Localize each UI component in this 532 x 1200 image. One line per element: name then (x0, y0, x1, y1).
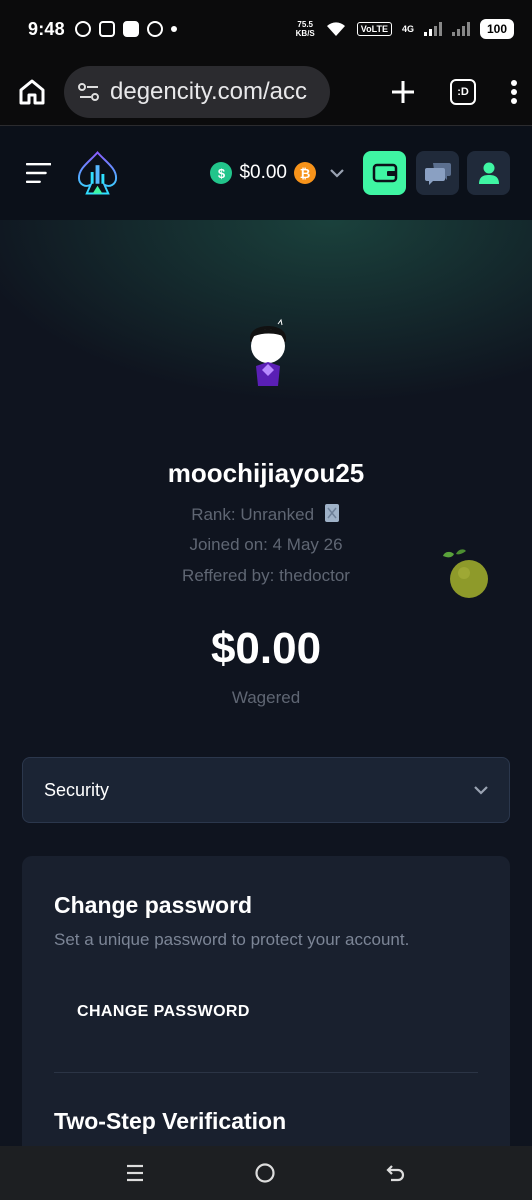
balance-amount: $0.00 (239, 162, 287, 183)
network-speed: 75.5 KB/S (295, 20, 315, 38)
profile-button[interactable] (467, 151, 510, 195)
chat-button[interactable] (416, 151, 459, 195)
btc-coin-icon: ₿ (294, 162, 316, 184)
chevron-down-icon (330, 169, 344, 178)
hamburger-menu-icon[interactable] (26, 162, 52, 184)
rank-card-icon (324, 504, 339, 522)
site-logo-icon[interactable] (77, 150, 118, 196)
chat-icon (424, 163, 451, 185)
balance-selector[interactable]: $ $0.00 ₿ (210, 162, 345, 184)
browser-actions: :D (390, 78, 518, 105)
screen-icon (98, 21, 115, 37)
two-step-title: Two-Step Verification (54, 1108, 287, 1134)
status-bar: 9:48 75.5 KB/S VoLTE 4G 100 (0, 0, 532, 58)
home-icon[interactable] (16, 76, 48, 108)
back-icon[interactable] (385, 1163, 407, 1183)
section-dropdown[interactable]: Security (22, 757, 510, 823)
more-notifications-icon (170, 26, 177, 32)
system-nav-bar (0, 1146, 532, 1200)
signal-icon-2 (451, 22, 470, 36)
section-dropdown-value: Security (44, 779, 110, 800)
divider (54, 1072, 478, 1073)
new-tab-icon[interactable] (390, 79, 416, 105)
account-page: moochijiayou25 Rank: Unranked Joined on:… (0, 220, 532, 1176)
notification-icons (74, 21, 177, 37)
app-icon (122, 21, 139, 37)
usd-coin-icon: $ (210, 162, 233, 184)
site-settings-icon[interactable] (78, 82, 100, 102)
wallet-button[interactable] (363, 151, 406, 195)
wifi-icon (326, 22, 345, 36)
username: moochijiayou25 (167, 458, 365, 488)
security-card: Change password Set a unique password to… (22, 856, 510, 1176)
address-bar[interactable]: degencity.com/acc (64, 65, 330, 118)
rank-text: Rank: Unranked (0, 503, 532, 525)
user-icon (478, 162, 499, 184)
battery-icon: 100 (479, 19, 514, 39)
recent-apps-icon[interactable] (125, 1163, 145, 1183)
chevron-down-icon (474, 786, 488, 795)
tab-switcher-button[interactable]: :D (450, 78, 476, 105)
status-right: 75.5 KB/S VoLTE 4G 100 (296, 19, 514, 39)
overflow-menu-icon[interactable] (510, 79, 518, 105)
url-text: degencity.com/acc (110, 77, 307, 105)
wallet-icon (372, 163, 397, 183)
change-password-title: Change password (54, 892, 253, 918)
avatar (250, 318, 286, 386)
wagered-label: Wagered (231, 688, 301, 707)
lime-icon[interactable] (440, 548, 492, 604)
wagered-amount: $0.00 (210, 624, 322, 673)
home-circle-icon[interactable] (254, 1162, 276, 1184)
change-password-button[interactable]: CHANGE PASSWORD (54, 988, 273, 1036)
change-password-description: Set a unique password to protect your ac… (54, 930, 410, 949)
signal-icon (423, 22, 442, 36)
volte-badge: VoLTE (356, 22, 392, 36)
network-type: 4G (401, 24, 414, 34)
status-time: 9:48 (28, 18, 65, 39)
browser-toolbar: degencity.com/acc :D (0, 58, 532, 126)
messenger-icon (74, 21, 91, 37)
app-icon-2 (146, 21, 163, 37)
site-header: $ $0.00 ₿ (0, 126, 532, 220)
